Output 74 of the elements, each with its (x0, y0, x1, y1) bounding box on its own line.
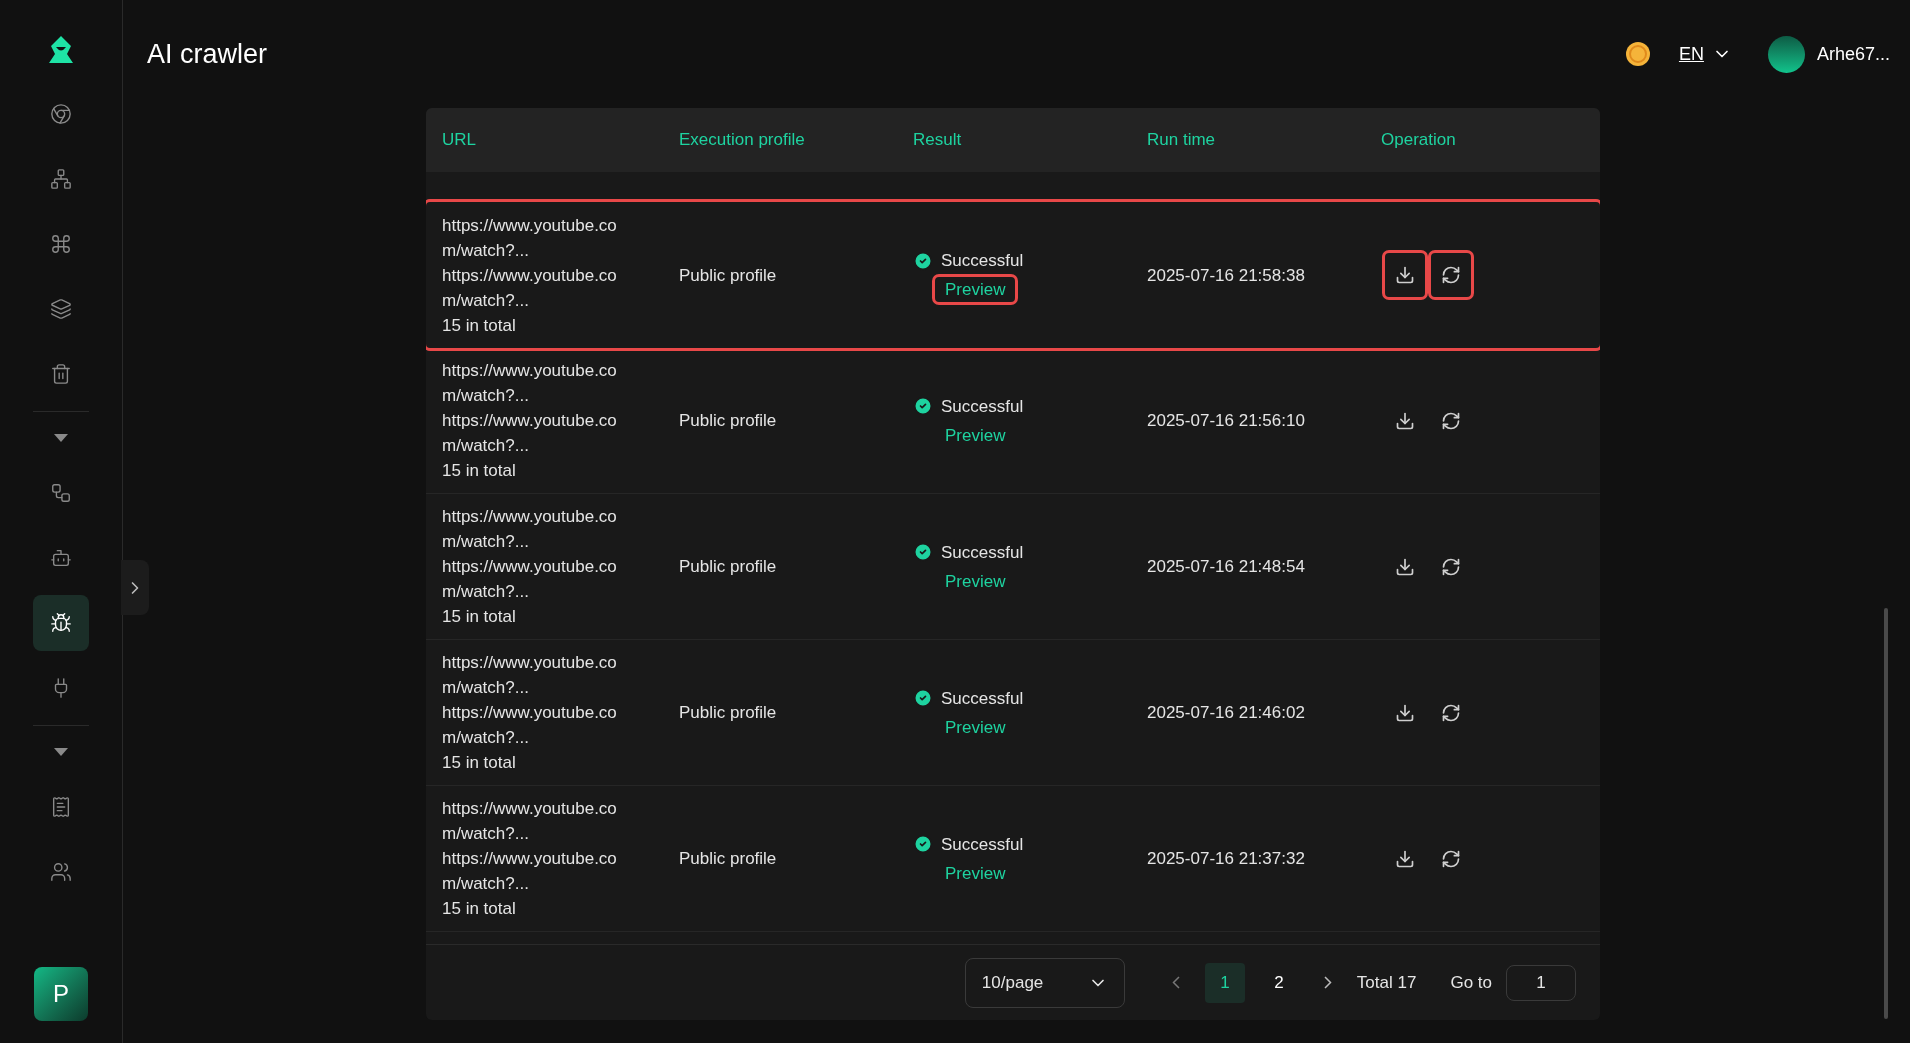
run-time-cell-text: 2025-07-16 21:56:10 (1147, 410, 1306, 432)
run-time-cell-text: 2025-07-16 21:46:02 (1147, 702, 1306, 724)
refresh-icon (1441, 702, 1461, 723)
download-icon (1395, 556, 1415, 577)
user-avatar[interactable] (1767, 35, 1805, 73)
column-header: Operation (1381, 129, 1457, 152)
success-icon (913, 542, 933, 562)
bucket-icon (50, 363, 72, 385)
success-icon (913, 250, 933, 271)
refresh-icon (1441, 410, 1461, 431)
result-status: Successful (941, 541, 1024, 564)
download-button[interactable] (1385, 253, 1425, 297)
flow-icon (50, 482, 72, 504)
url-cell-text: https://www.youtube.com/watch?... https://www.youtube.com/watch?... 15 in total (442, 798, 618, 920)
total-count: Total 17 (1356, 971, 1417, 994)
result-status: Successful (941, 250, 1024, 272)
refresh-icon (1441, 265, 1461, 285)
profile-cell-text: Public profile (679, 556, 778, 578)
chevron-right-icon (1323, 976, 1332, 989)
success-icon (913, 688, 933, 708)
result-status: Successful (941, 395, 1024, 418)
run-time-cell-text: 2025-07-16 21:58:38 (1147, 264, 1306, 287)
column-header: Result (913, 129, 963, 152)
download-icon (1395, 265, 1415, 285)
preview-link[interactable]: Preview (935, 860, 1016, 886)
column-header: Execution profile (679, 129, 806, 152)
collapse-icon[interactable] (54, 434, 68, 442)
profile-cell-text: Public profile (679, 702, 778, 724)
url-cell-text: https://www.youtube.com/watch?... https://www.youtube.com/watch?... 15 in total (442, 652, 618, 774)
collapse-icon[interactable] (54, 748, 68, 756)
result-status: Successful (941, 833, 1024, 856)
success-icon (913, 834, 933, 854)
layers-icon (50, 298, 72, 320)
robot-icon (50, 547, 72, 569)
success-icon (913, 396, 933, 416)
sidebar-item[interactable] (33, 595, 89, 651)
bug-icon (50, 612, 72, 634)
run-time-cell-text: 2025-07-16 21:37:32 (1147, 848, 1306, 870)
page-title: AI crawler (147, 37, 268, 71)
url-cell-text: https://www.youtube.com/watch?... https://www.youtube.com/watch?... 15 in total (442, 360, 618, 482)
command-icon (50, 233, 72, 255)
rerun-button[interactable] (1431, 253, 1471, 297)
download-icon (1395, 848, 1415, 869)
users-icon (50, 861, 72, 883)
profile-cell-text: Public profile (679, 410, 778, 432)
result-status: Successful (941, 687, 1024, 710)
run-time-cell-text: 2025-07-16 21:48:54 (1147, 556, 1306, 578)
column-header: Run time (1147, 129, 1217, 152)
preview-link[interactable]: Preview (935, 714, 1016, 740)
sitemap-icon (50, 168, 72, 190)
page-button[interactable]: 2 (1258, 962, 1299, 1003)
download-icon (1395, 410, 1415, 431)
language-selector[interactable]: EN (1678, 40, 1732, 68)
download-icon (1395, 702, 1415, 723)
goto-field[interactable]: 1 (1506, 964, 1576, 1001)
profile-cell-text: Public profile (679, 264, 778, 287)
page-size-select[interactable]: 10/page (964, 957, 1125, 1008)
column-header: URL (442, 129, 477, 152)
preview-link[interactable]: Preview (935, 277, 1016, 302)
refresh-icon (1441, 556, 1461, 577)
preview-link[interactable]: Preview (935, 422, 1016, 448)
profile-avatar[interactable]: P (34, 967, 88, 1021)
goto-label: Go to (1450, 971, 1492, 994)
refresh-icon (1441, 848, 1461, 869)
chevron-left-icon (1171, 976, 1180, 989)
scrollbar[interactable] (1884, 608, 1888, 1019)
url-cell-text: https://www.youtube.com/watch?... https://www.youtube.com/watch?... 15 in total (442, 214, 618, 337)
page-button[interactable]: 1 (1204, 962, 1245, 1003)
notes-icon (50, 796, 72, 818)
profile-cell-text: Public profile (679, 848, 778, 870)
user-name: Arhe67... (1816, 42, 1890, 66)
url-cell-text: https://www.youtube.com/watch?... https://www.youtube.com/watch?... 15 in total (442, 506, 618, 628)
browser-icon (50, 103, 72, 125)
preview-link[interactable]: Preview (935, 568, 1016, 594)
